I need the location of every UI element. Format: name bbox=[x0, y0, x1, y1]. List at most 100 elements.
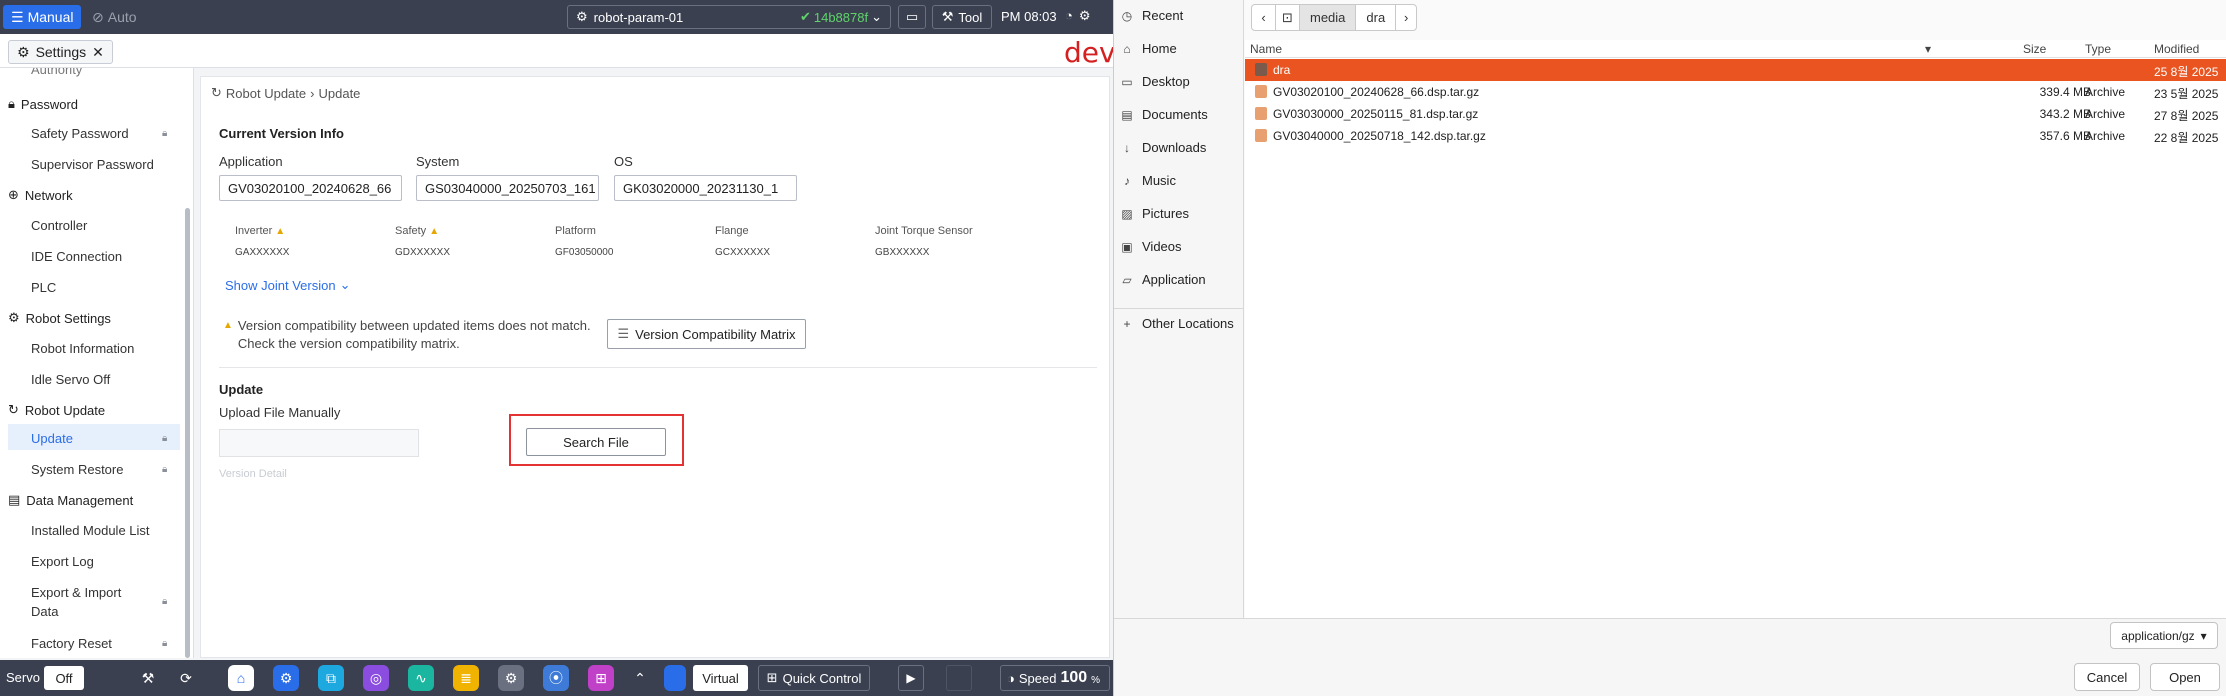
sidebar-item-export-import-line2[interactable]: Data bbox=[31, 604, 58, 619]
play-button[interactable]: ▶ bbox=[898, 665, 924, 691]
virtual-mode-icon bbox=[664, 665, 686, 691]
file-row[interactable]: GV03030000_20250115_81.dsp.tar.gz 343.2 … bbox=[1245, 103, 2226, 125]
settings-gear-icon[interactable]: ⚙ bbox=[1079, 8, 1091, 24]
sidebar-item-installed-module-list[interactable]: Installed Module List bbox=[31, 523, 150, 538]
servo-toggle[interactable]: Off bbox=[44, 666, 84, 690]
sidebar-item-supervisor-password[interactable]: Supervisor Password bbox=[31, 157, 154, 172]
sidebar-item-idle-servo-off[interactable]: Idle Servo Off bbox=[31, 372, 110, 387]
store-app-icon[interactable]: ⊞ bbox=[588, 665, 614, 691]
sidebar-item-system-restore[interactable]: System Restore bbox=[31, 462, 123, 477]
compat-msg-line1: Version compatibility between updated it… bbox=[237, 318, 591, 333]
robot-selector[interactable]: ⚙ robot-param-01 ✔ 14b8878f ⌄ bbox=[567, 5, 891, 29]
robot-jog-app-icon[interactable]: ⚙ bbox=[273, 665, 299, 691]
sidebar-item-update[interactable]: Update bbox=[31, 431, 73, 446]
virtual-mode-button[interactable]: Virtual bbox=[693, 665, 748, 691]
flange-value: GCXXXXXX bbox=[715, 247, 771, 258]
file-type-filter[interactable]: application/gz ▾ bbox=[2110, 622, 2218, 649]
notes-app-icon[interactable]: ≣ bbox=[453, 665, 479, 691]
place-application[interactable]: ▱ Application bbox=[1120, 272, 1205, 287]
upload-file-field[interactable] bbox=[219, 429, 419, 457]
sidebar-group-robot-update[interactable]: ↻ Robot Update bbox=[8, 402, 105, 418]
sidebar-item-ide-connection[interactable]: IDE Connection bbox=[31, 249, 122, 264]
chevron-up-icon[interactable]: ⌃ bbox=[628, 667, 652, 689]
sidebar-item-plc[interactable]: PLC bbox=[31, 280, 56, 295]
sidebar-item-robot-information[interactable]: Robot Information bbox=[31, 341, 134, 356]
notification-icon[interactable]: ◔ bbox=[1065, 8, 1073, 24]
sync-icon[interactable]: ⟳ bbox=[174, 667, 198, 689]
place-home-label: Home bbox=[1142, 41, 1177, 56]
sidebar-item-safety-password[interactable]: Safety Password bbox=[31, 126, 129, 141]
path-bar: ‹ ⊡ media dra › bbox=[1251, 4, 1418, 31]
folder-icon: ▭ bbox=[905, 9, 919, 24]
gear-icon: ⚙ bbox=[17, 43, 30, 60]
sidebar-item-controller[interactable]: Controller bbox=[31, 218, 87, 233]
io-app-icon[interactable]: ⦿ bbox=[543, 665, 569, 691]
column-size[interactable]: Size bbox=[2023, 42, 2046, 56]
quick-control-button[interactable]: ⊞ Quick Control bbox=[758, 665, 870, 691]
tab-settings[interactable]: ⚙ Settings ✕ bbox=[8, 40, 113, 64]
sidebar-group-network[interactable]: ⊕ Network bbox=[8, 187, 73, 203]
path-segment-media[interactable]: media bbox=[1300, 5, 1357, 30]
file-row[interactable]: GV03020100_20240628_66.dsp.tar.gz 339.4 … bbox=[1245, 81, 2226, 103]
settings-app-icon[interactable]: ⚙ bbox=[498, 665, 524, 691]
show-joint-version-link[interactable]: Show Joint Version ⌄ bbox=[225, 277, 350, 293]
lock-icon: 🔒︎ bbox=[162, 464, 168, 475]
path-back-button[interactable]: ‹ bbox=[1252, 5, 1276, 30]
file-list-header: Name ▾ Size Type Modified bbox=[1245, 40, 2226, 58]
column-type[interactable]: Type bbox=[2085, 42, 2111, 56]
sidebar-group-robot-settings-label: Robot Settings bbox=[25, 310, 111, 326]
commit-hash-text: 14b8878f bbox=[813, 9, 869, 25]
column-modified[interactable]: Modified bbox=[2154, 42, 2199, 56]
sort-down-icon: ▾ bbox=[1925, 42, 1932, 56]
robot-app: ☰ Manual ⊘ Auto ⚙ robot-param-01 ✔ 14b88… bbox=[0, 0, 1113, 696]
sidebar-group-robot-settings[interactable]: ⚙ Robot Settings bbox=[8, 310, 111, 326]
place-downloads[interactable]: ↓ Downloads bbox=[1120, 140, 1206, 155]
sidebar-item-authority[interactable]: Authority bbox=[31, 68, 82, 77]
close-icon[interactable]: ✕ bbox=[92, 44, 104, 61]
place-other-locations[interactable]: + Other Locations bbox=[1120, 316, 1233, 331]
path-forward-button[interactable]: › bbox=[1396, 5, 1416, 30]
place-recent[interactable]: ◷ Recent bbox=[1120, 8, 1183, 23]
sidebar-item-factory-reset[interactable]: Factory Reset bbox=[31, 636, 112, 651]
speed-value: 100 bbox=[1060, 669, 1088, 686]
lock-icon: 🔒︎ bbox=[162, 128, 168, 139]
dropdown-arrow-icon: ▾ bbox=[2200, 628, 2207, 643]
target-app-icon[interactable]: ◎ bbox=[363, 665, 389, 691]
path-segment-dra[interactable]: dra bbox=[1356, 5, 1397, 30]
sidebar-scrollbar[interactable] bbox=[185, 208, 190, 658]
cancel-button[interactable]: Cancel bbox=[2074, 663, 2140, 691]
sidebar-item-export-import-line1[interactable]: Export & Import bbox=[31, 585, 121, 600]
script-app-icon[interactable]: ⧉ bbox=[318, 665, 344, 691]
place-documents[interactable]: ▤ Documents bbox=[1120, 107, 1207, 122]
sidebar-group-data-management[interactable]: ▤ Data Management bbox=[8, 492, 133, 508]
sidebar-group-password[interactable]: 🔒︎ Password bbox=[8, 96, 78, 112]
home-app-icon[interactable]: ⌂ bbox=[228, 665, 254, 691]
stop-button[interactable] bbox=[946, 665, 972, 691]
system-version-field: GS03040000_20250703_161 bbox=[416, 175, 599, 201]
settings-sidebar: Authority 🔒︎ Password Safety Password 🔒︎… bbox=[0, 68, 194, 658]
folder-button[interactable]: ▭ bbox=[898, 5, 926, 29]
place-pictures[interactable]: ▨ Pictures bbox=[1120, 206, 1189, 221]
sidebar-item-export-log[interactable]: Export Log bbox=[31, 554, 94, 569]
tool-button[interactable]: ⚒ Tool bbox=[932, 5, 992, 29]
place-music[interactable]: ♪ Music bbox=[1120, 173, 1176, 188]
breadcrumb-parent[interactable]: Robot Update bbox=[226, 86, 306, 101]
wrench-icon[interactable]: ⚒ bbox=[136, 667, 160, 689]
speed-control[interactable]: ◑ Speed 100 % bbox=[1000, 665, 1110, 691]
column-name[interactable]: Name bbox=[1250, 42, 1282, 56]
tool-icon: ⚒ bbox=[941, 9, 954, 24]
place-desktop[interactable]: ▭ Desktop bbox=[1120, 74, 1189, 89]
robot-arm-icon: ⚙ bbox=[576, 9, 588, 24]
place-home[interactable]: ⌂ Home bbox=[1120, 41, 1177, 56]
file-row[interactable]: GV03040000_20250718_142.dsp.tar.gz 357.6… bbox=[1245, 125, 2226, 147]
monitor-app-icon[interactable]: ∿ bbox=[408, 665, 434, 691]
version-compatibility-matrix-button[interactable]: ☰ Version Compatibility Matrix bbox=[607, 319, 806, 349]
search-file-button[interactable]: Search File bbox=[526, 428, 666, 456]
place-videos[interactable]: ▣ Videos bbox=[1120, 239, 1181, 254]
manual-mode-button[interactable]: ☰ Manual bbox=[3, 5, 82, 29]
open-button[interactable]: Open bbox=[2150, 663, 2220, 691]
path-root-button[interactable]: ⊡ bbox=[1276, 5, 1300, 30]
joint-torque-sensor-label: Joint Torque Sensor bbox=[875, 225, 973, 237]
file-row-dra[interactable]: dra 25 8월 2025 bbox=[1245, 59, 2226, 81]
auto-mode-button[interactable]: ⊘ Auto bbox=[84, 5, 145, 29]
